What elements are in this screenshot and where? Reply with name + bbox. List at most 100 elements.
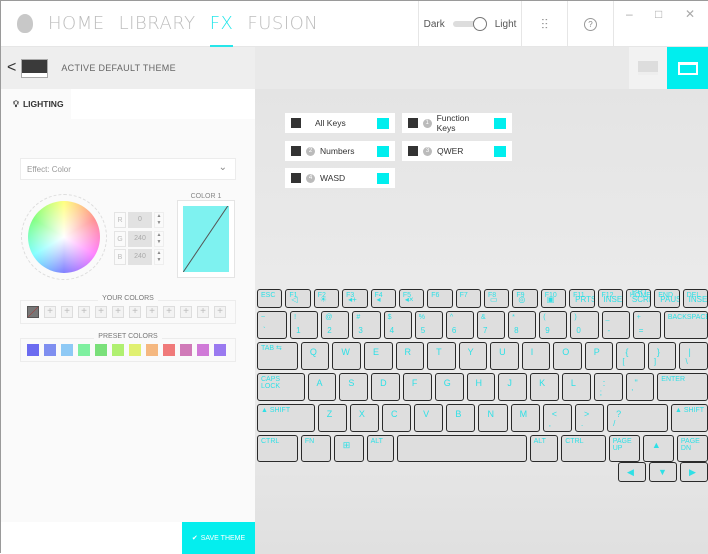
nav-library[interactable]: LIBRARY — [119, 13, 196, 34]
key[interactable]: TAB ⇆ — [257, 342, 298, 370]
key[interactable]: J — [498, 373, 528, 401]
key[interactable]: FN — [300, 435, 331, 462]
help-button[interactable]: ? — [567, 1, 613, 47]
key[interactable]: | \ — [679, 342, 708, 370]
key[interactable]: F2 ☀ — [313, 289, 340, 308]
preset-color-swatch[interactable] — [129, 344, 141, 356]
key[interactable]: ) 0 — [570, 311, 599, 339]
zone-item[interactable]: All Keys — [285, 113, 395, 133]
key[interactable]: ^ 6 — [445, 311, 474, 339]
color-wheel[interactable] — [28, 201, 100, 273]
g-field[interactable]: G 240 ▲ ▼ — [114, 231, 164, 247]
theme-toggle[interactable]: Dark Light — [418, 1, 521, 47]
nav-fx[interactable]: FX — [209, 13, 234, 48]
key[interactable]: F6 — [427, 289, 453, 308]
save-theme-button[interactable]: ✔ SAVE THEME — [182, 522, 255, 554]
key[interactable]: Y — [458, 342, 488, 370]
b-input[interactable]: 240 — [128, 249, 152, 265]
key[interactable]: Z — [317, 404, 347, 432]
back-icon[interactable]: < — [7, 59, 16, 77]
key[interactable]: PAGE DN — [676, 435, 708, 462]
device-monitor-button[interactable] — [629, 47, 667, 89]
key[interactable]: >. — [574, 404, 605, 432]
key[interactable]: F3 ◂+ — [342, 289, 368, 308]
add-color-button[interactable]: + — [44, 306, 56, 318]
key[interactable] — [397, 435, 527, 462]
key[interactable]: R — [395, 342, 425, 370]
tab-lighting[interactable]: 💡︎ LIGHTING — [1, 89, 71, 119]
zone-item[interactable]: 3 QWER — [402, 141, 512, 161]
key[interactable]: Q — [300, 342, 330, 370]
key[interactable]: ! 1 — [290, 311, 319, 339]
add-color-button[interactable]: + — [180, 306, 192, 318]
key[interactable]: * 8 — [508, 311, 537, 339]
key[interactable]: HOMEPRT SCRN — [625, 289, 652, 308]
key[interactable]: CAPS LOCK — [257, 373, 305, 401]
key[interactable]: ALT — [529, 435, 559, 462]
key[interactable]: O — [553, 342, 582, 370]
key[interactable]: F4 ◂ — [370, 289, 396, 308]
key[interactable]: B — [446, 404, 476, 432]
preset-color-swatch[interactable] — [214, 344, 226, 356]
preset-color-swatch[interactable] — [180, 344, 192, 356]
key[interactable]: BACKSPACE — [663, 311, 708, 339]
key[interactable]: (9 — [539, 311, 568, 339]
zone-color-swatch[interactable] — [377, 117, 389, 129]
add-color-button[interactable]: + — [129, 306, 141, 318]
color1-swatch[interactable]: COLOR 1 — [177, 193, 235, 278]
close-button[interactable]: ✕ — [685, 7, 695, 21]
r-input[interactable]: 0 — [128, 212, 152, 228]
key[interactable]: C — [382, 404, 412, 432]
key[interactable]: G — [434, 373, 464, 401]
key[interactable]: K — [530, 373, 559, 401]
zone-color-swatch[interactable] — [377, 145, 389, 157]
key[interactable]: F9 ◎ — [512, 289, 538, 308]
your-color-swatch[interactable] — [27, 306, 39, 318]
key[interactable]: S — [339, 373, 369, 401]
key[interactable]: {[ — [616, 342, 645, 370]
effect-dropdown[interactable]: Effect: Color ⌄ — [20, 158, 236, 180]
key[interactable]: CTRL — [561, 435, 606, 462]
key[interactable]: ▲ — [642, 435, 674, 462]
key[interactable]: DELINSERT — [682, 289, 708, 308]
key[interactable]: ◀ — [618, 462, 646, 482]
key[interactable]: % 5 — [414, 311, 443, 339]
b-stepper[interactable]: ▲ ▼ — [154, 249, 164, 265]
key[interactable]: ⊞ — [333, 435, 364, 462]
key[interactable]: D — [371, 373, 400, 401]
key[interactable]: V — [414, 404, 444, 432]
key[interactable]: + = — [632, 311, 661, 339]
zone-item[interactable]: 4 WASD — [285, 168, 395, 188]
preset-color-swatch[interactable] — [146, 344, 158, 356]
g-stepper[interactable]: ▲ ▼ — [154, 231, 164, 247]
key[interactable]: @2 — [321, 311, 350, 339]
key[interactable]: :; — [593, 373, 623, 401]
key[interactable]: PAGE UP — [608, 435, 640, 462]
preset-color-swatch[interactable] — [95, 344, 107, 356]
key[interactable]: F — [402, 373, 432, 401]
key[interactable]: ▼ — [649, 462, 677, 482]
key[interactable]: ▲ SHIFT — [257, 404, 315, 432]
add-color-button[interactable]: + — [61, 306, 73, 318]
key[interactable]: " ' — [625, 373, 655, 401]
key[interactable]: T — [427, 342, 456, 370]
key[interactable]: ▶ — [680, 462, 708, 482]
device-laptop-button[interactable] — [667, 47, 708, 89]
key[interactable]: ? / — [607, 404, 668, 432]
r-stepper[interactable]: ▲ ▼ — [154, 212, 164, 228]
key[interactable]: _ - — [601, 311, 630, 339]
theme-switch[interactable] — [452, 17, 487, 31]
preset-color-swatch[interactable] — [44, 344, 56, 356]
g-input[interactable]: 240 — [128, 231, 152, 247]
maximize-button[interactable]: □ — [655, 7, 662, 21]
preset-color-swatch[interactable] — [27, 344, 39, 356]
key[interactable]: $4 — [383, 311, 412, 339]
nav-home[interactable]: HOME — [48, 13, 105, 34]
key[interactable]: A — [307, 373, 337, 401]
key[interactable]: #3 — [352, 311, 381, 339]
key[interactable]: F8 ▭ — [484, 289, 510, 308]
add-color-button[interactable]: + — [163, 306, 175, 318]
key[interactable]: <, — [542, 404, 572, 432]
key[interactable]: F10 ▣ — [540, 289, 567, 308]
zone-checkbox[interactable] — [291, 118, 301, 128]
